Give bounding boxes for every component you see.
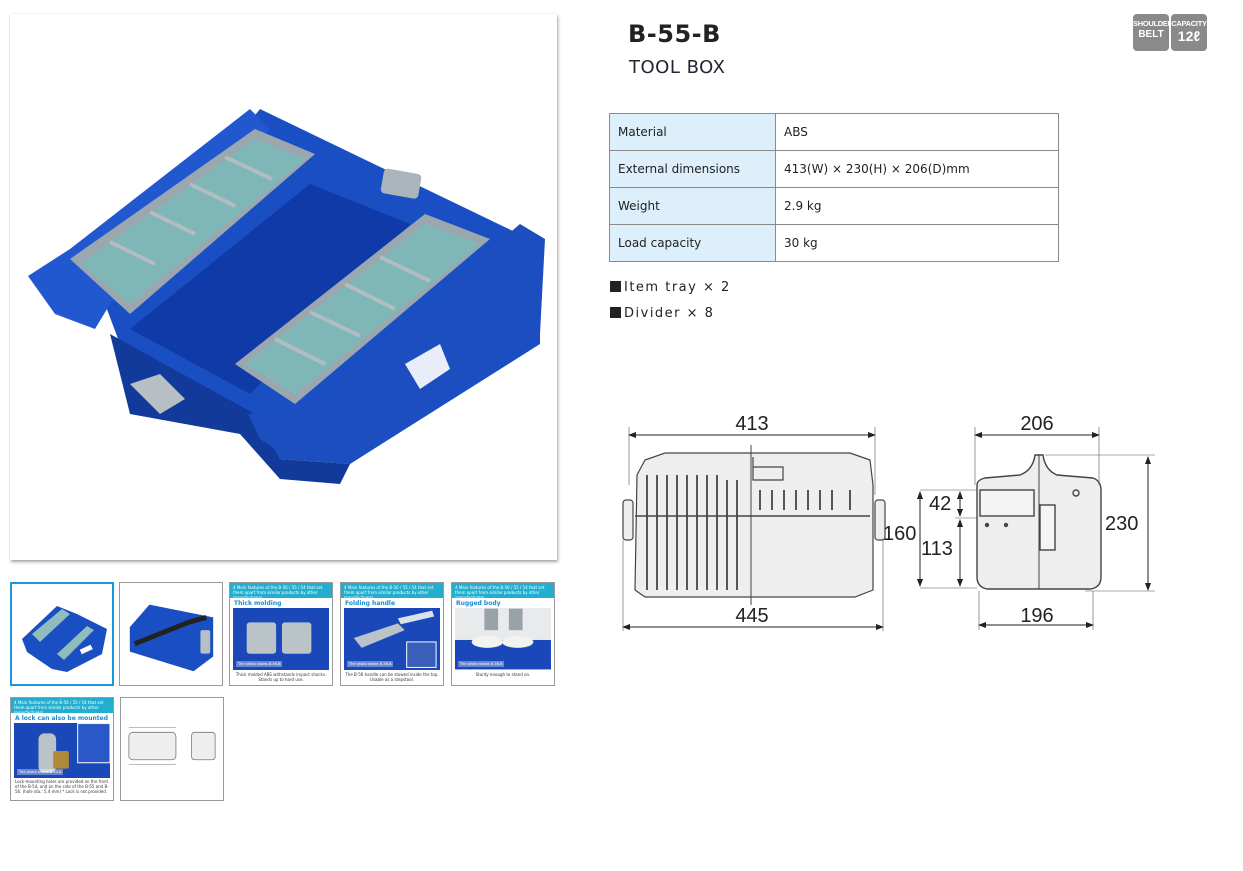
feature-photo-tag: The photo shows B-54-B bbox=[17, 769, 64, 775]
thumbnail-open-toolbox[interactable] bbox=[10, 582, 114, 686]
front-height-label: 160 bbox=[883, 523, 916, 545]
product-model: B-55-B bbox=[628, 20, 721, 48]
feature-caption: Thick molded ABS withstands impact shock… bbox=[235, 672, 327, 682]
thumbnail-dimension-drawing[interactable] bbox=[120, 697, 224, 801]
dimension-drawing: 413 445 160 206 196 230 42 113 bbox=[615, 405, 1160, 635]
capacity-badge: CAPACITY 12ℓ bbox=[1171, 14, 1207, 51]
side-width-bottom-label: 196 bbox=[1020, 605, 1053, 627]
open-toolbox-thumb-image bbox=[22, 606, 107, 672]
toolbox-with-belt-thumb-image bbox=[129, 604, 214, 672]
spec-label: Weight bbox=[609, 187, 776, 225]
badge-label: SHOULDER bbox=[1133, 19, 1173, 28]
thumbnail-feature-lock[interactable]: 4 Main features of the B-56 / 55 / 54 th… bbox=[10, 697, 114, 801]
open-toolbox-illustration bbox=[28, 109, 545, 484]
feature-header: 4 Main features of the B-56 / 55 / 54 th… bbox=[452, 583, 554, 600]
side-height-upper-label: 42 bbox=[929, 493, 951, 515]
product-name: TOOL BOX bbox=[629, 57, 726, 78]
feature-header: 4 Main features of the B-56 / 55 / 54 th… bbox=[230, 583, 332, 600]
feature-photo-tag: The photo shows B-56-B bbox=[236, 661, 283, 667]
side-view bbox=[976, 454, 1102, 590]
badge-label: CAPACITY bbox=[1171, 19, 1207, 28]
feature-image: The photo shows B-56-B bbox=[455, 608, 551, 670]
feature-header: 4 Main features of the B-56 / 55 / 54 th… bbox=[341, 583, 443, 600]
thumbnail-feature-rugged-body[interactable]: 4 Main features of the B-56 / 55 / 54 th… bbox=[451, 582, 555, 686]
bullet-square-icon bbox=[610, 307, 621, 318]
thumbnail-feature-thick-molding[interactable]: 4 Main features of the B-56 / 55 / 54 th… bbox=[229, 582, 333, 686]
feature-title: A lock can also be mounted bbox=[15, 715, 109, 722]
badge-value: 12ℓ bbox=[1177, 28, 1201, 44]
feature-title: Folding handle bbox=[345, 600, 396, 607]
side-width-top-label: 206 bbox=[1020, 413, 1053, 435]
table-row: Material ABS bbox=[609, 113, 1059, 151]
shoulder-belt-badge: SHOULDER BELT bbox=[1133, 14, 1173, 51]
dimension-drawing-thumb-image bbox=[128, 727, 216, 765]
spec-label: Load capacity bbox=[609, 224, 776, 262]
table-row: External dimensions 413(W) × 230(H) × 20… bbox=[609, 150, 1059, 188]
dimension-drawing-svg: 413 445 160 206 196 230 42 113 bbox=[622, 413, 1155, 631]
table-row: Load capacity 30 kg bbox=[609, 224, 1059, 262]
feature-caption: Lock-mounting holes are provided on the … bbox=[15, 779, 109, 794]
feature-image: The photo shows B-56-B bbox=[344, 608, 440, 670]
accessory-item: Item tray × 2 bbox=[610, 280, 731, 295]
bullet-square-icon bbox=[610, 281, 621, 292]
spec-value: 30 kg bbox=[775, 224, 1059, 262]
spec-table: Material ABS External dimensions 413(W) … bbox=[609, 113, 1059, 262]
front-width-bottom-label: 445 bbox=[735, 605, 768, 627]
front-view bbox=[622, 452, 886, 598]
feature-caption: Sturdy enough to stand on. bbox=[475, 672, 531, 677]
side-height-lower-label: 113 bbox=[921, 538, 953, 560]
spec-label: Material bbox=[609, 113, 776, 151]
accessory-text: Divider × 8 bbox=[624, 306, 715, 321]
table-row: Weight 2.9 kg bbox=[609, 187, 1059, 225]
feature-photo-tag: The photo shows B-56-B bbox=[458, 661, 505, 667]
accessory-item: Divider × 8 bbox=[610, 306, 714, 321]
feature-image: The photo shows B-56-B bbox=[233, 608, 329, 670]
thumbnail-feature-folding-handle[interactable]: 4 Main features of the B-56 / 55 / 54 th… bbox=[340, 582, 444, 686]
spec-value: 413(W) × 230(H) × 206(D)mm bbox=[775, 150, 1059, 188]
feature-image: The photo shows B-54-B bbox=[14, 723, 110, 778]
feature-title: Rugged body bbox=[456, 600, 501, 607]
spec-value: 2.9 kg bbox=[775, 187, 1059, 225]
spec-label: External dimensions bbox=[609, 150, 776, 188]
feature-caption: The B-56 handle can be stowed inside the… bbox=[345, 672, 439, 682]
accessory-text: Item tray × 2 bbox=[624, 280, 731, 295]
thumbnail-shoulder-belt[interactable] bbox=[119, 582, 223, 686]
front-width-top-label: 413 bbox=[735, 413, 768, 435]
main-product-image bbox=[10, 14, 557, 560]
side-height-total-label: 230 bbox=[1105, 513, 1138, 535]
feature-photo-tag: The photo shows B-56-B bbox=[347, 661, 394, 667]
badge-value: BELT bbox=[1138, 29, 1164, 40]
feature-title: Thick molding bbox=[234, 600, 282, 607]
feature-header: 4 Main features of the B-56 / 55 / 54 th… bbox=[11, 698, 113, 715]
spec-value: ABS bbox=[775, 113, 1059, 151]
